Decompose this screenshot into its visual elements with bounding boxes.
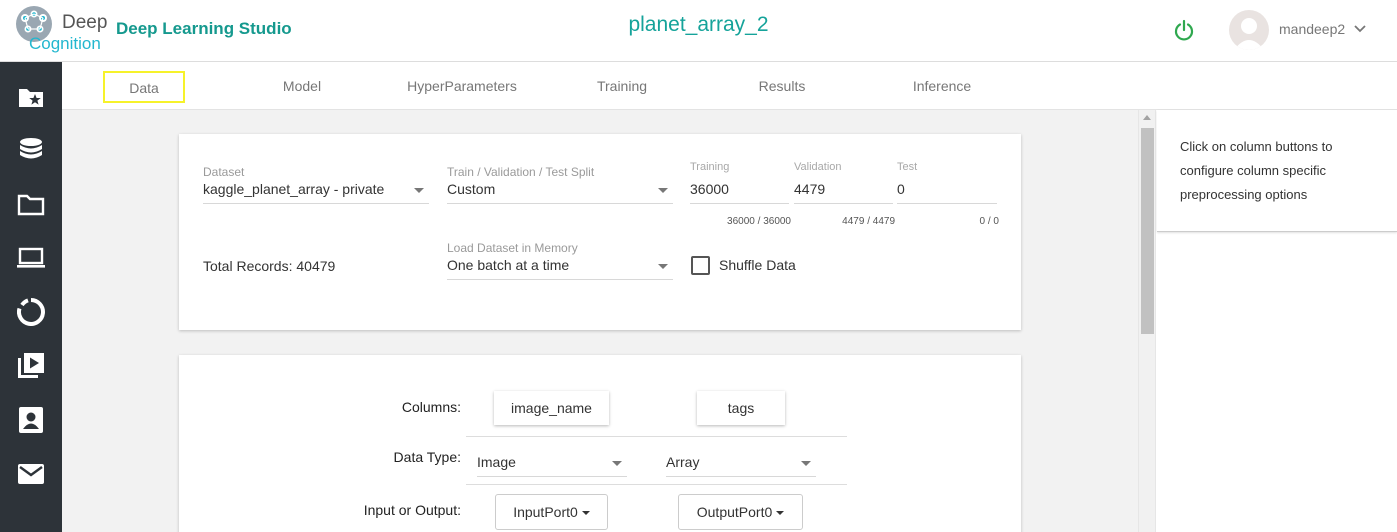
- scroll-up-arrow-icon[interactable]: [1143, 115, 1151, 120]
- load-dataset-label: Load Dataset in Memory: [447, 241, 578, 255]
- test-count: 0 / 0: [979, 216, 999, 227]
- split-value: Custom: [447, 181, 496, 197]
- data-type-value-tags: Array: [666, 454, 700, 470]
- validation-count: 4479 / 4479: [842, 216, 895, 227]
- port-dropdown-tags[interactable]: OutputPort0: [678, 494, 803, 530]
- tab-inference[interactable]: Inference: [901, 71, 983, 103]
- dataset-dropdown-caret-icon: [414, 188, 424, 193]
- dataset-underline: [203, 203, 429, 204]
- split-select[interactable]: Custom: [447, 178, 673, 204]
- scroll-thumb[interactable]: [1141, 128, 1154, 334]
- data-type-select-image-name[interactable]: Image: [477, 451, 627, 477]
- help-panel: Click on column buttons to configure col…: [1157, 110, 1397, 232]
- test-input[interactable]: 0: [897, 178, 997, 204]
- tab-hyperparameters[interactable]: HyperParameters: [401, 71, 523, 103]
- username-label[interactable]: mandeep2: [1279, 21, 1345, 37]
- checkbox-box: [691, 256, 710, 275]
- left-nav-rail: [0, 62, 62, 532]
- validation-input[interactable]: 4479: [794, 178, 893, 204]
- laptop-icon: [17, 247, 45, 268]
- data-type-underline: [477, 476, 627, 477]
- columns-row-label: Columns:: [401, 399, 461, 415]
- test-underline: [897, 203, 997, 204]
- tab-model[interactable]: Model: [261, 71, 343, 103]
- dataset-label: Dataset: [203, 165, 245, 179]
- sidebar-item-account[interactable]: [0, 400, 62, 440]
- validation-underline: [794, 203, 893, 204]
- top-header: Deep Cognition Deep Learning Studio plan…: [0, 0, 1397, 62]
- chevron-down-icon[interactable]: [1354, 25, 1366, 33]
- data-type-row-divider: [466, 484, 847, 485]
- data-type-underline: [666, 476, 816, 477]
- tab-results[interactable]: Results: [741, 71, 823, 103]
- power-icon[interactable]: [1173, 19, 1195, 41]
- split-dropdown-caret-icon: [658, 188, 668, 193]
- split-underline: [447, 203, 673, 204]
- training-input[interactable]: 36000: [690, 178, 789, 204]
- sidebar-item-jobs[interactable]: [0, 292, 62, 332]
- data-type-select-tags[interactable]: Array: [666, 451, 816, 477]
- io-row-label: Input or Output:: [363, 502, 461, 518]
- columns-row-divider: [466, 436, 847, 437]
- help-text: Click on column buttons to configure col…: [1180, 139, 1333, 202]
- split-label: Train / Validation / Test Split: [447, 165, 595, 179]
- contact-card-icon: [19, 407, 43, 433]
- step-tabs: Data Model HyperParameters Training Resu…: [62, 62, 1397, 110]
- avatar[interactable]: [1229, 10, 1269, 50]
- mail-icon: [18, 464, 44, 484]
- test-label: Test: [897, 161, 918, 173]
- column-button-image-name[interactable]: image_name: [494, 391, 609, 425]
- validation-value: 4479: [794, 181, 826, 197]
- load-dataset-select[interactable]: One batch at a time: [447, 254, 673, 280]
- training-value: 36000: [690, 181, 729, 197]
- sidebar-item-messages[interactable]: [0, 454, 62, 494]
- column-button-tags[interactable]: tags: [697, 391, 785, 425]
- donut-chart-icon: [17, 298, 45, 326]
- sidebar-item-datasets[interactable]: [0, 130, 62, 170]
- port-dropdown-image-name[interactable]: InputPort0: [495, 494, 608, 530]
- starred-folder-icon: [19, 89, 43, 107]
- load-underline: [447, 279, 673, 280]
- data-type-caret-icon: [612, 461, 622, 466]
- port-value-tags: OutputPort0: [696, 504, 773, 520]
- sidebar-item-environments[interactable]: [0, 238, 62, 278]
- folder-icon: [17, 194, 45, 216]
- data-type-caret-icon: [801, 461, 811, 466]
- training-count: 36000 / 36000: [727, 216, 791, 227]
- data-type-row-label: Data Type:: [393, 449, 461, 465]
- shuffle-data-checkbox[interactable]: Shuffle Data: [691, 255, 821, 277]
- test-value: 0: [897, 181, 905, 197]
- caret-down-icon: [776, 511, 785, 516]
- data-type-value-image-name: Image: [477, 454, 516, 470]
- tab-data[interactable]: Data: [103, 71, 185, 103]
- training-label: Training: [690, 161, 730, 173]
- main-scrollbar[interactable]: [1138, 110, 1155, 532]
- sidebar-item-starred-projects[interactable]: [0, 77, 62, 117]
- main-content: Dataset kaggle_planet_array - private Tr…: [62, 110, 1140, 532]
- sidebar-item-files[interactable]: [0, 184, 62, 224]
- validation-label: Validation: [794, 161, 842, 173]
- user-silhouette-icon: [1234, 18, 1264, 50]
- dataset-value: kaggle_planet_array - private: [203, 181, 385, 197]
- port-value-image-name: InputPort0: [513, 504, 578, 520]
- database-icon: [20, 138, 42, 159]
- tab-training[interactable]: Training: [581, 71, 663, 103]
- load-dropdown-caret-icon: [658, 264, 668, 269]
- logo-word-cognition: Cognition: [29, 34, 101, 53]
- video-library-icon: [18, 353, 44, 378]
- dataset-select[interactable]: kaggle_planet_array - private: [203, 178, 429, 204]
- training-underline: [690, 203, 789, 204]
- shuffle-data-label: Shuffle Data: [719, 257, 796, 273]
- sidebar-item-deployments[interactable]: [0, 346, 62, 386]
- load-dataset-value: One batch at a time: [447, 257, 570, 273]
- caret-down-icon: [581, 511, 590, 516]
- total-records: Total Records: 40479: [203, 258, 336, 274]
- column-config-card: Columns: image_name tags Data Type: Imag…: [179, 355, 1021, 532]
- app-root: Deep Cognition Deep Learning Studio plan…: [0, 0, 1397, 532]
- dataset-settings-card: Dataset kaggle_planet_array - private Tr…: [179, 134, 1021, 330]
